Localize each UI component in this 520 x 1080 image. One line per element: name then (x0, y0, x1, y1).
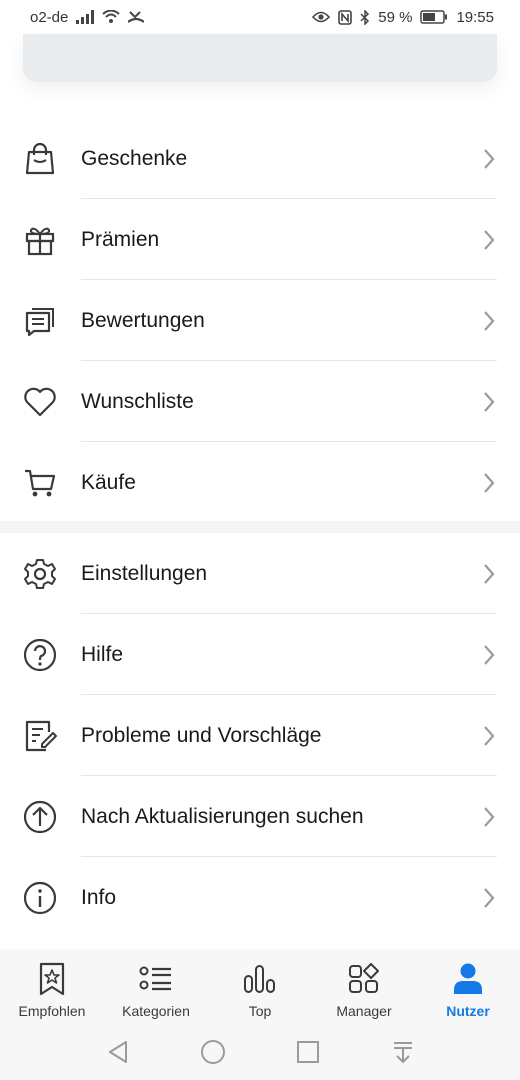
home-button[interactable] (193, 1035, 233, 1075)
menu-label: Einstellungen (81, 561, 208, 585)
eye-icon (312, 11, 331, 23)
chevron-right-icon (482, 229, 496, 251)
cart-icon (22, 465, 58, 501)
menu-item-bewertungen[interactable]: Bewertungen (0, 280, 520, 361)
bluetooth-icon (360, 9, 370, 25)
menu-item-praemien[interactable]: Prämien (0, 199, 520, 280)
menu-label: Probleme und Vorschläge (81, 723, 322, 747)
nav-top[interactable]: Top (208, 949, 312, 1029)
menu-item-hilfe[interactable]: Hilfe (0, 614, 520, 695)
nav-manager[interactable]: Manager (312, 949, 416, 1029)
menu-item-probleme[interactable]: Probleme und Vorschläge (0, 695, 520, 776)
comments-icon (22, 303, 58, 339)
featured-icon (34, 961, 70, 997)
menu-label: Hilfe (81, 642, 124, 666)
nav-label: Kategorien (122, 1003, 190, 1019)
shopping-bag-icon (22, 141, 58, 177)
menu-item-einstellungen[interactable]: Einstellungen (0, 533, 520, 614)
menu-label: Geschenke (81, 146, 188, 170)
update-icon (22, 799, 58, 835)
recents-button[interactable] (288, 1035, 328, 1075)
signal-icon (76, 10, 95, 24)
menu-item-geschenke[interactable]: Geschenke (0, 118, 520, 199)
profile-card[interactable] (23, 34, 497, 82)
chevron-right-icon (482, 148, 496, 170)
menu-label: Bewertungen (81, 308, 205, 332)
section-separator (0, 521, 520, 533)
pull-down-icon (392, 1040, 414, 1069)
nav-nutzer[interactable]: Nutzer (416, 949, 520, 1029)
menu-label: Nach Aktualisierungen suchen (81, 804, 364, 828)
notification-pull-button[interactable] (383, 1035, 423, 1075)
chevron-right-icon (482, 725, 496, 747)
menu-label: Prämien (81, 227, 160, 251)
info-icon (22, 880, 58, 916)
chevron-right-icon (482, 563, 496, 585)
chevron-right-icon (482, 310, 496, 332)
gift-icon (22, 222, 58, 258)
chevron-right-icon (482, 472, 496, 494)
chevron-right-icon (482, 806, 496, 828)
user-icon (450, 961, 486, 997)
nav-label: Manager (336, 1003, 392, 1019)
wifi-icon (102, 10, 121, 24)
feedback-icon (22, 718, 58, 754)
categories-icon (138, 961, 174, 997)
menu-label: Käufe (81, 470, 136, 494)
nav-label: Nutzer (446, 1003, 490, 1019)
clock: 19:55 (456, 8, 494, 26)
missed-call-icon (128, 10, 145, 24)
top-chart-icon (242, 961, 278, 997)
menu-group-account: Geschenke Prämien Bewertungen Wunschlist… (0, 118, 520, 523)
nav-label: Empfohlen (18, 1003, 86, 1019)
carrier-label: o2-de (30, 8, 69, 26)
nav-empfohlen[interactable]: Empfohlen (0, 949, 104, 1029)
status-right: 59 % 19:55 (312, 9, 494, 26)
menu-item-kaeufe[interactable]: Käufe (0, 442, 520, 523)
chevron-right-icon (482, 887, 496, 909)
recents-square-icon (296, 1040, 320, 1069)
menu-label: Info (81, 885, 117, 909)
status-bar: o2-de 59 % 19:55 (0, 0, 520, 34)
menu-label: Wunschliste (81, 389, 194, 413)
nav-kategorien[interactable]: Kategorien (104, 949, 208, 1029)
menu-item-aktualisierungen[interactable]: Nach Aktualisierungen suchen (0, 776, 520, 857)
system-navigation (0, 1029, 520, 1080)
back-triangle-icon (107, 1040, 129, 1069)
nfc-icon (338, 9, 353, 25)
help-icon (22, 637, 58, 673)
heart-icon (22, 384, 58, 420)
bottom-navigation: Empfohlen Kategorien Top Manager Nutzer (0, 949, 520, 1029)
battery-percent: 59 % (378, 8, 413, 26)
menu-group-app: Einstellungen Hilfe Probleme und Vorschl… (0, 533, 520, 938)
chevron-right-icon (482, 391, 496, 413)
home-circle-icon (200, 1039, 226, 1070)
gear-icon (22, 556, 58, 592)
menu-item-wunschliste[interactable]: Wunschliste (0, 361, 520, 442)
status-left: o2-de (30, 8, 145, 26)
manager-icon (346, 961, 382, 997)
battery-icon (420, 10, 448, 24)
back-button[interactable] (98, 1035, 138, 1075)
nav-label: Top (248, 1003, 272, 1019)
chevron-right-icon (482, 644, 496, 666)
menu-item-info[interactable]: Info (0, 857, 520, 938)
